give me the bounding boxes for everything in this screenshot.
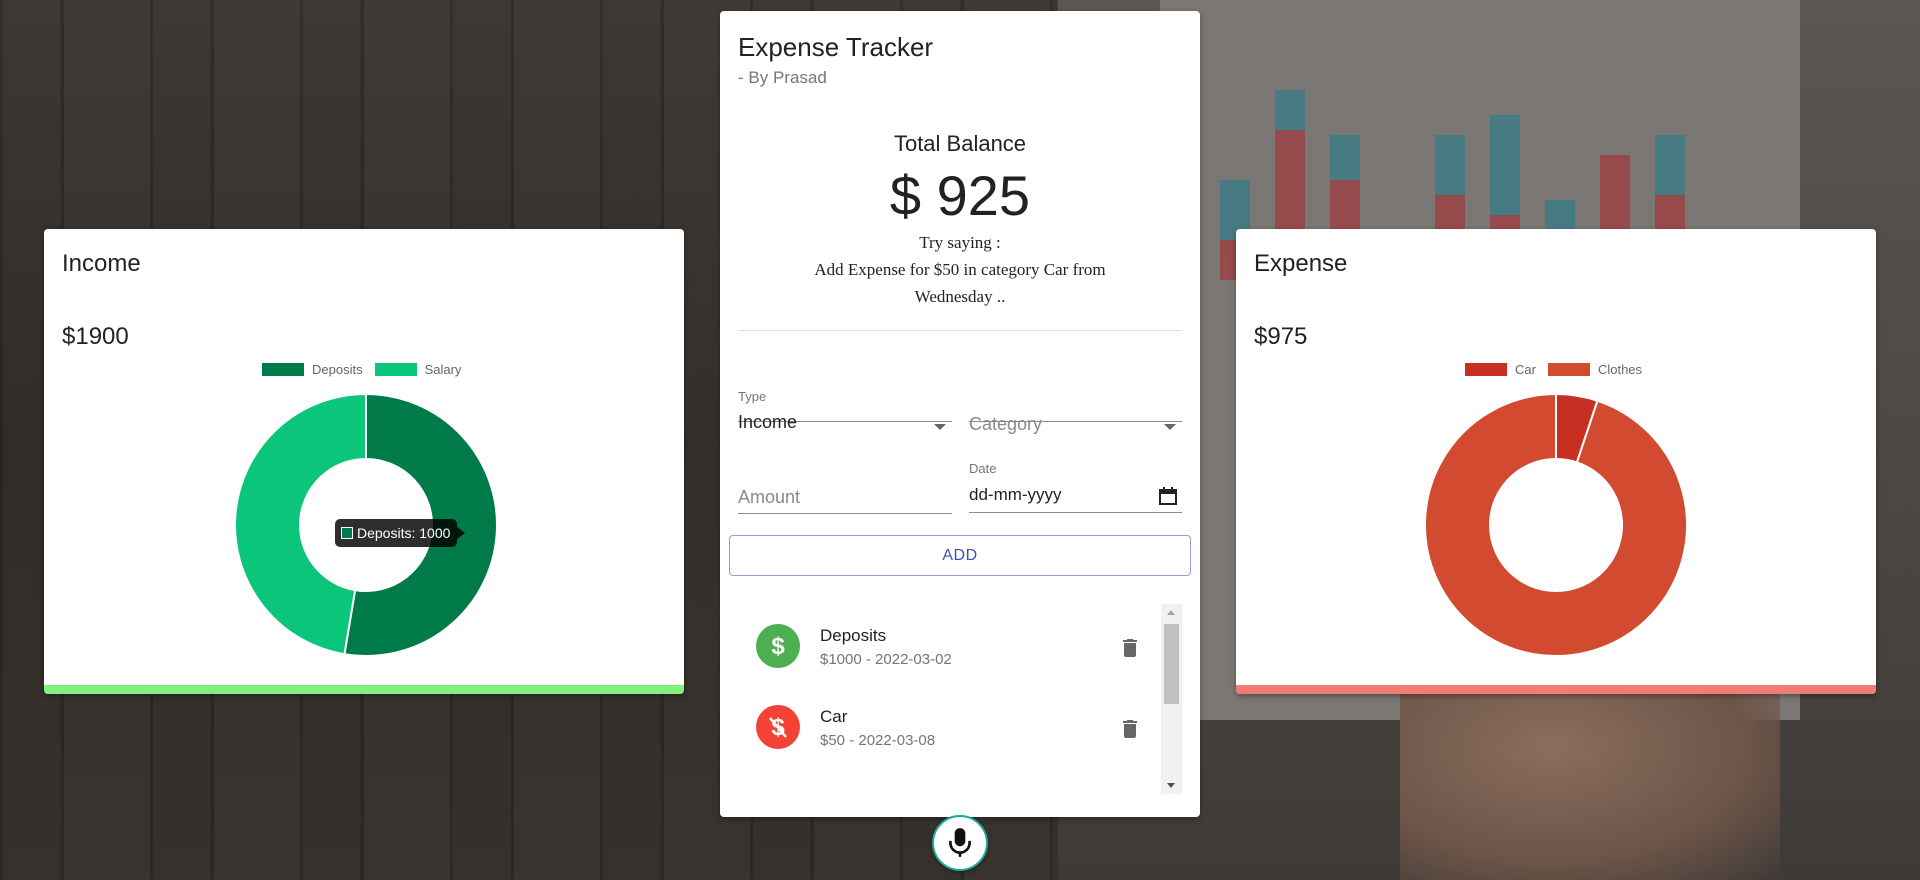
transaction-list: $ Deposits $1000 - 2022-03-02 $ Car $50 … xyxy=(738,603,1182,793)
scroll-thumb[interactable] xyxy=(1164,624,1179,704)
voice-hint: Try saying : Add Expense for $50 in cate… xyxy=(790,229,1130,310)
legend-swatch xyxy=(1547,363,1590,376)
legend-label: Clothes xyxy=(1597,362,1643,377)
income-total: $1900 xyxy=(62,323,129,350)
date-label: Date xyxy=(969,461,997,476)
expense-title: Expense xyxy=(1254,250,1348,277)
balance-label: Total Balance xyxy=(893,131,1027,156)
income-legend: Deposits Salary xyxy=(262,362,473,377)
expense-legend: Car Clothes xyxy=(1465,362,1654,377)
tooltip-swatch xyxy=(341,527,353,539)
amount-field[interactable]: Amount xyxy=(738,471,952,514)
delete-icon[interactable] xyxy=(1118,717,1142,741)
chevron-down-icon xyxy=(934,424,946,430)
calendar-icon[interactable] xyxy=(1158,486,1178,506)
income-card: Income $1900 Deposits Salary Deposits: 10… xyxy=(44,229,684,694)
chevron-down-icon xyxy=(1164,424,1176,430)
date-field[interactable]: Date dd-mm-yyyy xyxy=(969,451,1182,513)
microphone-icon xyxy=(949,828,971,857)
add-button[interactable]: ADD xyxy=(729,535,1191,576)
expense-card: Expense $975 Car Clothes xyxy=(1236,229,1876,694)
avatar: $ xyxy=(756,624,800,668)
legend-item-car[interactable]: Car xyxy=(1465,362,1536,377)
svg-text:$: $ xyxy=(771,633,785,659)
divider xyxy=(738,330,1182,331)
type-select[interactable]: Type Income xyxy=(738,379,952,432)
list-scrollbar[interactable] xyxy=(1161,604,1182,794)
hint-example: Add Expense for $50 in category Car from… xyxy=(814,260,1106,306)
expense-total: $975 xyxy=(1254,323,1308,350)
type-value: Income xyxy=(738,412,798,432)
transaction-name: Car xyxy=(820,707,848,726)
expense-accent-bar xyxy=(1236,685,1876,694)
legend-swatch xyxy=(374,363,417,376)
transaction-detail: $1000 - 2022-03-02 xyxy=(820,651,952,668)
legend-item-deposits[interactable]: Deposits xyxy=(262,362,363,377)
dollar-icon: $ xyxy=(771,633,785,659)
donut-slice-clothes[interactable] xyxy=(1424,392,1688,657)
app-subtitle: - By Prasad xyxy=(738,68,827,87)
voice-input-button[interactable] xyxy=(932,815,988,871)
tooltip-text: Deposits: 1000 xyxy=(357,525,451,541)
scroll-down-arrow-icon[interactable] xyxy=(1167,783,1175,788)
legend-label: Car xyxy=(1515,362,1536,377)
scroll-up-arrow-icon[interactable] xyxy=(1167,610,1175,615)
income-accent-bar xyxy=(44,685,684,694)
type-label: Type xyxy=(738,389,767,404)
avatar: $ xyxy=(756,705,800,749)
transaction-name: Deposits xyxy=(820,626,887,645)
legend-swatch xyxy=(262,363,304,376)
app-title: Expense Tracker xyxy=(738,32,934,62)
legend-item-salary[interactable]: Salary xyxy=(374,362,462,377)
hint-intro: Try saying : xyxy=(919,233,1001,252)
money-off-icon: $ xyxy=(769,714,787,740)
category-placeholder: Category xyxy=(969,414,1043,434)
category-select[interactable]: Category xyxy=(969,379,1182,434)
balance-value: $ 925 xyxy=(889,164,1031,227)
date-placeholder: dd-mm-yyyy xyxy=(969,485,1062,504)
amount-placeholder: Amount xyxy=(738,487,801,507)
list-item: $ Deposits $1000 - 2022-03-02 xyxy=(738,611,1158,691)
transaction-detail: $50 - 2022-03-08 xyxy=(820,732,936,749)
chart-tooltip: Deposits: 1000 xyxy=(335,519,466,547)
legend-swatch xyxy=(1465,363,1507,376)
legend-label: Deposits xyxy=(312,362,363,377)
legend-label: Salary xyxy=(424,362,462,377)
legend-item-clothes[interactable]: Clothes xyxy=(1547,362,1643,377)
expense-tracker-card: Expense Tracker - By Prasad Total Balanc… xyxy=(720,11,1200,817)
expense-donut-chart xyxy=(1424,392,1688,657)
income-title: Income xyxy=(62,250,141,277)
delete-icon[interactable] xyxy=(1118,636,1142,660)
background-hand xyxy=(1400,690,1780,880)
list-item: $ Car $50 - 2022-03-08 xyxy=(738,692,1158,772)
